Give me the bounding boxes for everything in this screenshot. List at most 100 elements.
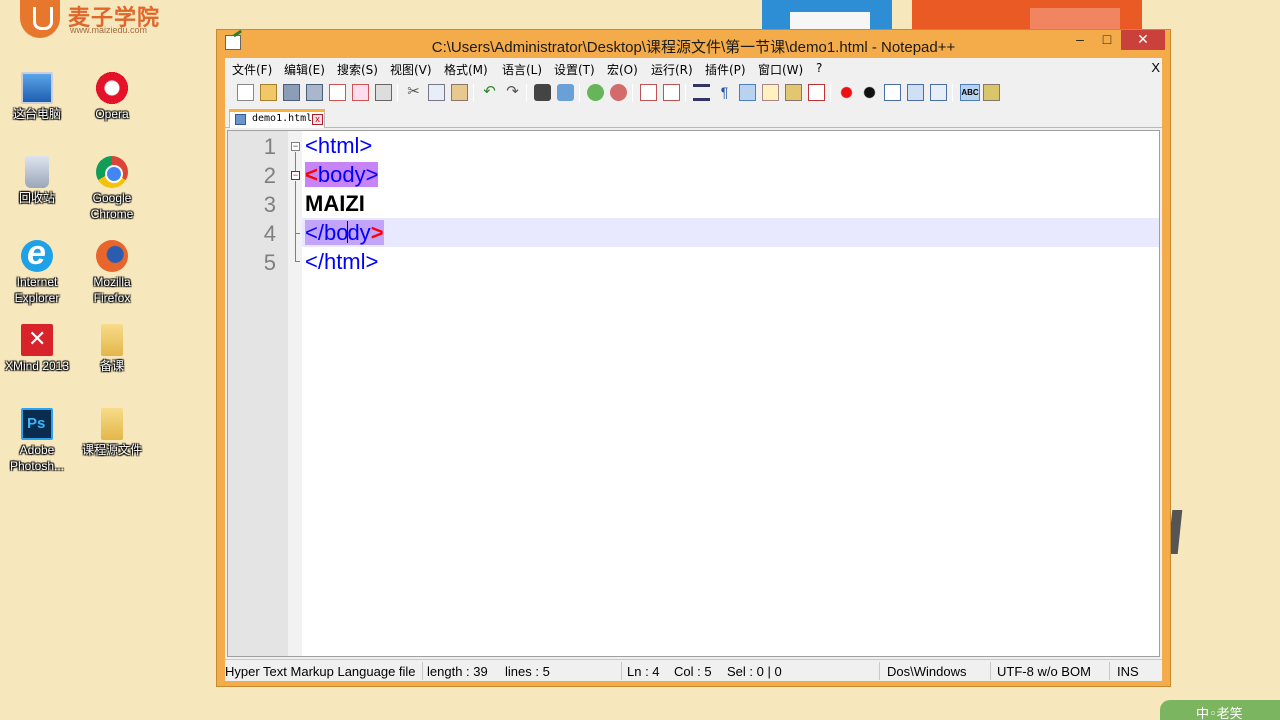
menu-macro[interactable]: 宏(O) bbox=[607, 61, 638, 78]
tab-close-icon[interactable]: x bbox=[312, 114, 323, 125]
desktop-icon-label: Mozilla Firefox bbox=[93, 275, 131, 305]
window-title: C:\Users\Administrator\Desktop\课程源文件\第一节… bbox=[431, 39, 956, 56]
tab-demo1-html[interactable]: demo1.html x bbox=[229, 109, 325, 128]
cut-icon[interactable]: ✂ bbox=[405, 84, 422, 101]
status-eol-format[interactable]: Dos\Windows bbox=[887, 664, 966, 679]
desktop-icon-label: XMind 2013 bbox=[4, 359, 70, 373]
window-client: 文件(F) 编辑(E) 搜索(S) 视图(V) 格式(M) 语言(L) 设置(T… bbox=[225, 58, 1162, 681]
line-number-gutter: 1 2 3 4 5 bbox=[228, 131, 288, 656]
recycle-bin-icon bbox=[25, 156, 49, 188]
replace-icon[interactable] bbox=[557, 84, 574, 101]
menu-window[interactable]: 窗口(W) bbox=[758, 61, 803, 78]
word-wrap-icon[interactable] bbox=[693, 84, 710, 101]
body-open-tag-match: <body> bbox=[305, 162, 379, 187]
status-lines: lines : 5 bbox=[505, 664, 550, 679]
desktop-icon-folder-beike[interactable]: 备课 bbox=[76, 324, 148, 374]
menu-plugins[interactable]: 插件(P) bbox=[705, 61, 746, 78]
menu-search[interactable]: 搜索(S) bbox=[337, 61, 378, 78]
toolbar-separator bbox=[632, 84, 633, 102]
zoom-in-icon[interactable] bbox=[587, 84, 604, 101]
menu-help[interactable]: ? bbox=[816, 61, 822, 75]
paste-icon[interactable] bbox=[451, 84, 468, 101]
run-macro-multiple-icon[interactable] bbox=[907, 84, 924, 101]
zoom-out-icon[interactable] bbox=[610, 84, 627, 101]
watermark-text: 中◦老笑 bbox=[1196, 707, 1243, 720]
tab-bar: demo1.html x bbox=[225, 108, 1162, 128]
save-icon[interactable] bbox=[283, 84, 300, 101]
desktop-icon-this-pc[interactable]: 这台电脑 bbox=[1, 72, 73, 122]
stop-macro-icon[interactable] bbox=[861, 84, 878, 101]
open-file-icon[interactable] bbox=[260, 84, 277, 101]
minimize-button[interactable]: – bbox=[1067, 30, 1093, 50]
menu-view[interactable]: 视图(V) bbox=[390, 61, 432, 78]
save-all-icon[interactable] bbox=[306, 84, 323, 101]
doc-map-icon[interactable] bbox=[762, 84, 779, 101]
menu-run[interactable]: 运行(R) bbox=[651, 61, 693, 78]
desktop-icon-xmind[interactable]: XMind 2013 bbox=[1, 324, 73, 374]
menu-bar: 文件(F) 编辑(E) 搜索(S) 视图(V) 格式(M) 语言(L) 设置(T… bbox=[225, 58, 1162, 80]
close-file-icon[interactable] bbox=[329, 84, 346, 101]
code-line-2: <body> bbox=[305, 160, 379, 189]
desktop-icon-opera[interactable]: Opera bbox=[76, 72, 148, 122]
toolbar-separator bbox=[830, 84, 831, 102]
status-insert-mode[interactable]: INS bbox=[1117, 664, 1139, 679]
menu-format[interactable]: 格式(M) bbox=[444, 61, 488, 78]
menu-settings[interactable]: 设置(T) bbox=[554, 61, 595, 78]
record-macro-icon[interactable] bbox=[838, 84, 855, 101]
close-button[interactable]: ✕ bbox=[1121, 30, 1165, 50]
fold-line bbox=[295, 181, 296, 261]
spell-check-icon[interactable]: ABC bbox=[960, 84, 980, 101]
close-all-icon[interactable] bbox=[352, 84, 369, 101]
code-editor[interactable]: 1 2 3 4 5 − − <html> <body> MAIZI </body… bbox=[227, 130, 1160, 657]
show-all-chars-icon[interactable]: ¶ bbox=[716, 84, 733, 101]
saved-file-icon bbox=[235, 114, 246, 125]
desktop-icon-label: Google Chrome bbox=[90, 191, 134, 221]
plugin-icon[interactable] bbox=[983, 84, 1000, 101]
fold-toggle-icon[interactable]: − bbox=[291, 142, 300, 151]
undo-icon[interactable]: ↶ bbox=[481, 84, 498, 101]
tab-label: demo1.html bbox=[252, 113, 313, 124]
title-bar[interactable]: C:\Users\Administrator\Desktop\课程源文件\第一节… bbox=[217, 30, 1170, 58]
fold-end-marker bbox=[295, 233, 300, 234]
menu-language[interactable]: 语言(L) bbox=[502, 61, 542, 78]
function-list-icon[interactable] bbox=[785, 84, 802, 101]
firefox-icon bbox=[96, 240, 128, 272]
status-encoding[interactable]: UTF-8 w/o BOM bbox=[997, 664, 1091, 679]
desktop-icon-chrome[interactable]: Google Chrome bbox=[76, 156, 148, 222]
code-line-4: </body> bbox=[305, 218, 384, 247]
sync-horizontal-icon[interactable] bbox=[663, 84, 680, 101]
maximize-button[interactable]: □ bbox=[1094, 30, 1120, 50]
line-number: 1 bbox=[263, 134, 276, 159]
new-file-icon[interactable] bbox=[237, 84, 254, 101]
desktop-icon-photoshop[interactable]: Adobe Photosh... bbox=[1, 408, 73, 474]
status-selection: Sel : 0 | 0 bbox=[727, 664, 782, 679]
desktop-icon-label: 备课 bbox=[99, 359, 124, 373]
desktop-icon-recycle-bin[interactable]: 回收站 bbox=[1, 156, 73, 206]
toolbar-separator bbox=[526, 84, 527, 102]
close-document-x[interactable]: X bbox=[1151, 60, 1160, 75]
notepadpp-window: C:\Users\Administrator\Desktop\课程源文件\第一节… bbox=[216, 29, 1171, 687]
folder-as-workspace-icon[interactable] bbox=[808, 84, 825, 101]
desktop-icon-ie[interactable]: Internet Explorer bbox=[1, 234, 73, 306]
code-line-1: <html> bbox=[305, 131, 372, 160]
find-icon[interactable] bbox=[534, 84, 551, 101]
code-line-5: </html> bbox=[305, 247, 378, 276]
desktop-icon-folder-source[interactable]: 课程源文件 bbox=[76, 408, 148, 458]
sync-vertical-icon[interactable] bbox=[640, 84, 657, 101]
fold-toggle-icon[interactable]: − bbox=[291, 171, 300, 180]
status-length: length : 39 bbox=[427, 664, 488, 679]
play-macro-icon[interactable] bbox=[884, 84, 901, 101]
save-macro-icon[interactable] bbox=[930, 84, 947, 101]
menu-file[interactable]: 文件(F) bbox=[232, 61, 272, 78]
menu-edit[interactable]: 编辑(E) bbox=[284, 61, 325, 78]
copy-icon[interactable] bbox=[428, 84, 445, 101]
indent-guide-icon[interactable] bbox=[739, 84, 756, 101]
computer-icon bbox=[21, 72, 53, 104]
code-line-3: MAIZI bbox=[305, 189, 365, 218]
desktop-icon-firefox[interactable]: Mozilla Firefox bbox=[76, 240, 148, 306]
status-bar: Hyper Text Markup Language file length :… bbox=[225, 659, 1162, 681]
redo-icon[interactable]: ↷ bbox=[504, 84, 521, 101]
photoshop-icon bbox=[21, 408, 53, 440]
line-number: 3 bbox=[263, 192, 276, 217]
print-icon[interactable] bbox=[375, 84, 392, 101]
